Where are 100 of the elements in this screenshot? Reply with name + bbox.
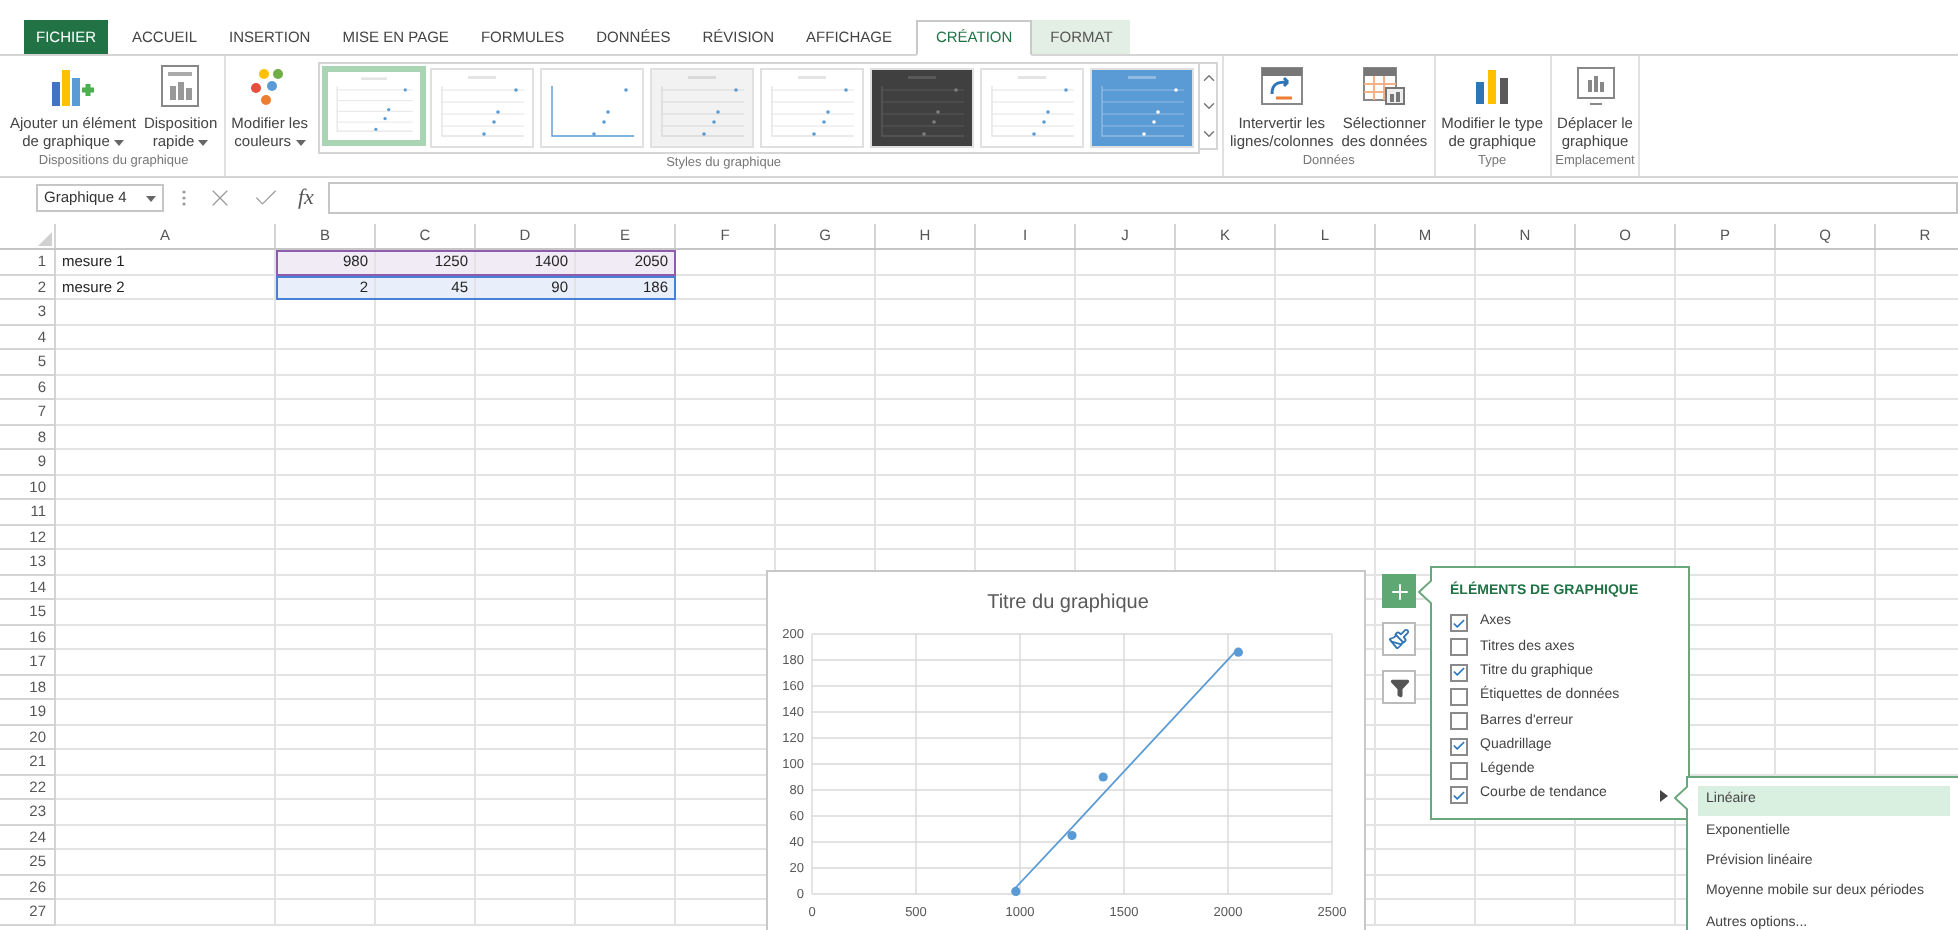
table-cell [1476, 850, 1576, 875]
table-cell [1176, 450, 1276, 475]
table-cell [1576, 475, 1676, 500]
table-cell [476, 725, 576, 750]
chart-style-thumbnail[interactable] [870, 68, 975, 148]
table-cell [376, 350, 476, 375]
table-cell [1676, 300, 1776, 325]
table-cell [1276, 400, 1376, 425]
table-cell [276, 350, 376, 375]
chart-style-thumbnail[interactable] [980, 68, 1085, 148]
table-cell [676, 300, 776, 325]
table-cell [576, 825, 676, 850]
table-cell [1676, 250, 1776, 275]
chart-style-thumbnail[interactable] [650, 68, 755, 148]
table-cell [676, 325, 776, 350]
table-cell [676, 400, 776, 425]
table-cell [1376, 875, 1476, 900]
table-cell [976, 375, 1076, 400]
table-cell [376, 400, 476, 425]
table-cell [276, 850, 376, 875]
table-cell [476, 425, 576, 450]
checkbox[interactable] [1450, 737, 1468, 756]
table-cell [376, 500, 476, 525]
table-cell [576, 500, 676, 525]
checkbox[interactable] [1450, 663, 1468, 682]
submenu-arrow-icon [1660, 789, 1668, 802]
table-cell [276, 650, 376, 675]
table-cell [876, 450, 976, 475]
table-cell [1476, 825, 1576, 850]
table-cell [1376, 450, 1476, 475]
table-cell [1576, 425, 1676, 450]
table-cell [776, 350, 876, 375]
plus-icon [1387, 579, 1411, 603]
table-cell [576, 575, 676, 600]
chart-filter-button[interactable] [1382, 670, 1416, 704]
checkbox[interactable] [1450, 712, 1468, 731]
data-point[interactable] [1233, 647, 1243, 657]
table-cell [1776, 325, 1876, 350]
checkbox[interactable] [1450, 761, 1468, 780]
table-cell [1576, 450, 1676, 475]
table-cell [1376, 250, 1476, 275]
checkbox[interactable] [1450, 786, 1468, 805]
table-chart-icon [1362, 66, 1407, 106]
table-cell [576, 675, 676, 700]
chart-style-thumbnail[interactable] [1090, 68, 1195, 148]
table-cell [1376, 400, 1476, 425]
table-cell [1276, 375, 1376, 400]
table-cell [676, 350, 776, 375]
formula-field[interactable] [327, 182, 1958, 214]
chart-style-thumbnail[interactable] [760, 68, 865, 148]
table-cell [1476, 250, 1576, 275]
table-cell [1076, 450, 1176, 475]
chart-styles-button[interactable] [1382, 622, 1416, 656]
table-cell [376, 375, 476, 400]
insert-function-button[interactable]: fx [298, 181, 314, 215]
table-cell [1576, 275, 1676, 300]
table-cell [1676, 525, 1776, 550]
table-cell [1276, 475, 1376, 500]
table-cell [376, 600, 476, 625]
table-cell [476, 350, 576, 375]
select-all-icon[interactable] [38, 232, 52, 246]
table-cell [1776, 400, 1876, 425]
table-cell [976, 275, 1076, 300]
table-cell [676, 250, 776, 275]
table-cell [1676, 350, 1776, 375]
checkbox[interactable] [1450, 614, 1468, 633]
table-cell [1076, 250, 1176, 275]
table-cell [776, 500, 876, 525]
table-cell [976, 475, 1076, 500]
table-cell [476, 550, 576, 575]
table-cell [776, 275, 876, 300]
chart-style-thumbnail[interactable] [540, 68, 645, 148]
table-cell [776, 375, 876, 400]
chart-style-thumbnail[interactable] [430, 68, 535, 148]
table-cell [476, 325, 576, 350]
table-cell [776, 250, 876, 275]
table-cell [1176, 300, 1276, 325]
data-point[interactable] [1011, 886, 1021, 896]
data-point[interactable] [1098, 772, 1108, 782]
table-cell [676, 525, 776, 550]
brush-icon [1388, 628, 1410, 650]
table-cell [376, 475, 476, 500]
table-cell [1476, 400, 1576, 425]
table-cell [1476, 875, 1576, 900]
table-cell [1176, 375, 1276, 400]
add-elements-button[interactable] [1382, 574, 1416, 608]
table-cell [276, 700, 376, 725]
table-cell [376, 675, 476, 700]
table-cell [1576, 325, 1676, 350]
table-cell [1576, 350, 1676, 375]
table-cell [1176, 250, 1276, 275]
chart-title[interactable]: Titre du graphique [987, 592, 1149, 614]
table-cell [476, 825, 576, 850]
table-cell [576, 475, 676, 500]
checkbox[interactable] [1450, 638, 1468, 657]
checkbox[interactable] [1450, 688, 1468, 707]
move-chart-icon [1575, 66, 1615, 106]
table-cell [976, 450, 1076, 475]
data-point[interactable] [1067, 830, 1077, 841]
chart-style-thumbnail[interactable] [322, 66, 427, 146]
